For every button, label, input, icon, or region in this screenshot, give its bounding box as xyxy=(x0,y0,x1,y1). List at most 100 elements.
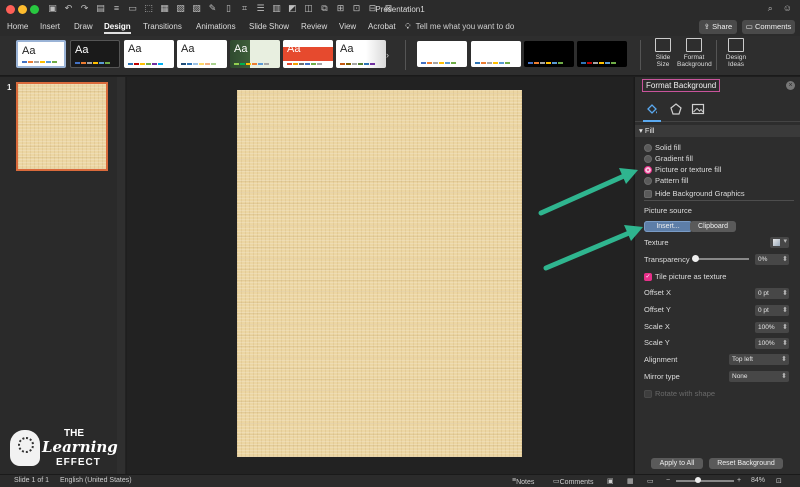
checkbox-checked[interactable]: ✓ xyxy=(644,272,652,281)
themes-more-arrow-icon[interactable]: › xyxy=(386,50,389,60)
notes-toggle[interactable]: ≡ Notes xyxy=(512,477,534,486)
slide-size-button[interactable]: Slide Size xyxy=(650,38,676,68)
transparency-slider-track[interactable] xyxy=(695,258,749,260)
zoom-level[interactable]: 84% xyxy=(751,477,765,484)
zoom-slider-track[interactable] xyxy=(676,480,734,482)
learning-effect-logo: THE Learning EFFECT xyxy=(10,428,118,472)
pattern-fill-option[interactable]: Pattern fill xyxy=(644,176,688,185)
tab-draw[interactable]: Draw xyxy=(74,22,93,31)
transparency-slider-handle[interactable] xyxy=(692,255,699,262)
hide-background-graphics-checkbox[interactable]: Hide Background Graphics xyxy=(644,189,745,198)
tab-insert[interactable]: Insert xyxy=(40,22,60,31)
reading-view-icon[interactable]: ▭ xyxy=(647,477,654,485)
option-label: Pattern fill xyxy=(655,176,689,185)
tab-design[interactable]: Design xyxy=(104,22,131,34)
tab-transitions[interactable]: Transitions xyxy=(143,22,182,31)
offset-x-field[interactable]: 0 pt xyxy=(755,288,789,299)
offset-y-field[interactable]: 0 pt xyxy=(755,305,789,316)
variant-4[interactable] xyxy=(577,41,627,67)
pane-tabs xyxy=(635,97,800,122)
slide-number: 1 xyxy=(7,83,12,92)
texture-label: Texture xyxy=(644,238,669,247)
radio-button-selected[interactable] xyxy=(644,165,652,174)
scale-x-label: Scale X xyxy=(644,322,670,331)
rotate-with-shape-checkbox: Rotate with shape xyxy=(644,389,715,398)
theme-office[interactable]: Aa xyxy=(16,40,66,68)
picture-icon[interactable] xyxy=(691,102,705,116)
theme-preview-text: Aa xyxy=(181,43,195,55)
theme-retrospect[interactable]: Aa xyxy=(336,40,386,68)
tab-acrobat[interactable]: Acrobat xyxy=(368,22,396,31)
tab-animations[interactable]: Animations xyxy=(196,22,236,31)
apply-to-all-button[interactable]: Apply to All xyxy=(651,458,703,469)
checkbox[interactable] xyxy=(644,189,652,198)
radio-button[interactable] xyxy=(644,143,652,152)
pentagon-effects-icon[interactable] xyxy=(669,102,683,116)
ribbon-tabs: Home Insert Draw Design Transitions Anim… xyxy=(0,20,800,36)
offset-y-label: Offset Y xyxy=(644,305,671,314)
picture-texture-fill-option[interactable]: Picture or texture fill xyxy=(644,165,721,174)
variant-3[interactable] xyxy=(524,41,574,67)
scale-x-field[interactable]: 100% xyxy=(755,322,789,333)
tell-me-search[interactable]: 💡︎ Tell me what you want to do xyxy=(405,22,514,32)
zoom-slider-handle[interactable] xyxy=(695,477,701,483)
theme-facet[interactable]: Aa xyxy=(124,40,174,68)
option-label: Tile picture as texture xyxy=(655,272,727,281)
tab-view[interactable]: View xyxy=(339,22,356,31)
mirror-type-select[interactable]: None xyxy=(729,371,789,382)
theme-dark[interactable]: Aa xyxy=(70,40,120,68)
normal-view-icon[interactable]: ▣ xyxy=(607,477,614,485)
clipboard-button[interactable]: Clipboard xyxy=(690,221,736,232)
share-button[interactable]: ⇪ Share xyxy=(699,20,737,34)
comments-toggle[interactable]: ▭ Comments xyxy=(553,477,593,486)
design-ideas-button[interactable]: Design Ideas xyxy=(723,38,749,68)
zoom-in-icon[interactable]: + xyxy=(737,477,741,484)
tell-me-text: Tell me what you want to do xyxy=(415,22,515,31)
transparency-field[interactable]: 0% xyxy=(755,254,789,265)
window-title: Presentation1 xyxy=(375,5,425,14)
transparency-label: Transparency xyxy=(644,255,690,264)
comments-button[interactable]: ▭ Comments xyxy=(742,20,795,34)
option-label: Gradient fill xyxy=(655,154,693,163)
format-background-label: Format Background xyxy=(677,54,712,68)
fill-section-header[interactable]: ▾ Fill xyxy=(635,125,800,137)
gradient-fill-option[interactable]: Gradient fill xyxy=(644,154,693,163)
theme-integral[interactable]: Aa xyxy=(177,40,227,68)
slide-sorter-icon[interactable]: ▦ xyxy=(627,477,634,485)
format-background-button[interactable]: Format Background xyxy=(677,38,712,68)
radio-button[interactable] xyxy=(644,176,652,185)
account-icon[interactable]: ☺ xyxy=(783,3,792,14)
close-icon[interactable]: × xyxy=(786,81,795,90)
pane-divider[interactable] xyxy=(117,77,126,474)
tab-slide-show[interactable]: Slide Show xyxy=(249,22,289,31)
solid-fill-option[interactable]: Solid fill xyxy=(644,143,681,152)
checkbox-disabled xyxy=(644,389,652,398)
design-ideas-label: Design Ideas xyxy=(725,54,747,68)
option-label: Picture or texture fill xyxy=(655,165,722,174)
tab-review[interactable]: Review xyxy=(301,22,327,31)
theme-ion[interactable]: Aa xyxy=(230,40,280,68)
theme-preview-text: Aa xyxy=(340,43,354,55)
slide-thumbnail[interactable] xyxy=(16,82,108,171)
title-bar: ▣ ↶ ↷ ▤ ≡ ▭ ⬚ ▦ ▧ ▨ ✎ ▯ ⌗ ☰ ▥ ◩ ◫ ⧉ ⊞ ⊡ … xyxy=(0,0,800,20)
insert-picture-button[interactable]: Insert... xyxy=(644,221,692,232)
theme-badge[interactable]: Aa xyxy=(283,40,333,68)
fill-bucket-icon[interactable] xyxy=(643,102,661,122)
variant-1[interactable] xyxy=(417,41,467,67)
variant-2[interactable] xyxy=(471,41,521,67)
tab-home[interactable]: Home xyxy=(7,22,28,31)
alignment-select[interactable]: Top left xyxy=(729,354,789,365)
radio-button[interactable] xyxy=(644,154,652,163)
scale-y-field[interactable]: 100% xyxy=(755,338,789,349)
logo-text: EFFECT xyxy=(56,457,101,468)
reset-background-button[interactable]: Reset Background xyxy=(709,458,783,469)
texture-picker[interactable] xyxy=(770,237,789,248)
search-icon[interactable]: ⌕ xyxy=(768,3,773,14)
fit-to-window-icon[interactable]: ⊡ xyxy=(776,477,782,485)
slide[interactable] xyxy=(237,90,522,457)
notes-label: Notes xyxy=(516,479,535,486)
zoom-out-icon[interactable]: − xyxy=(666,477,670,484)
slide-size-label: Slide Size xyxy=(655,54,671,68)
tile-picture-checkbox[interactable]: ✓ Tile picture as texture xyxy=(644,272,726,281)
language-indicator[interactable]: English (United States) xyxy=(60,477,132,484)
